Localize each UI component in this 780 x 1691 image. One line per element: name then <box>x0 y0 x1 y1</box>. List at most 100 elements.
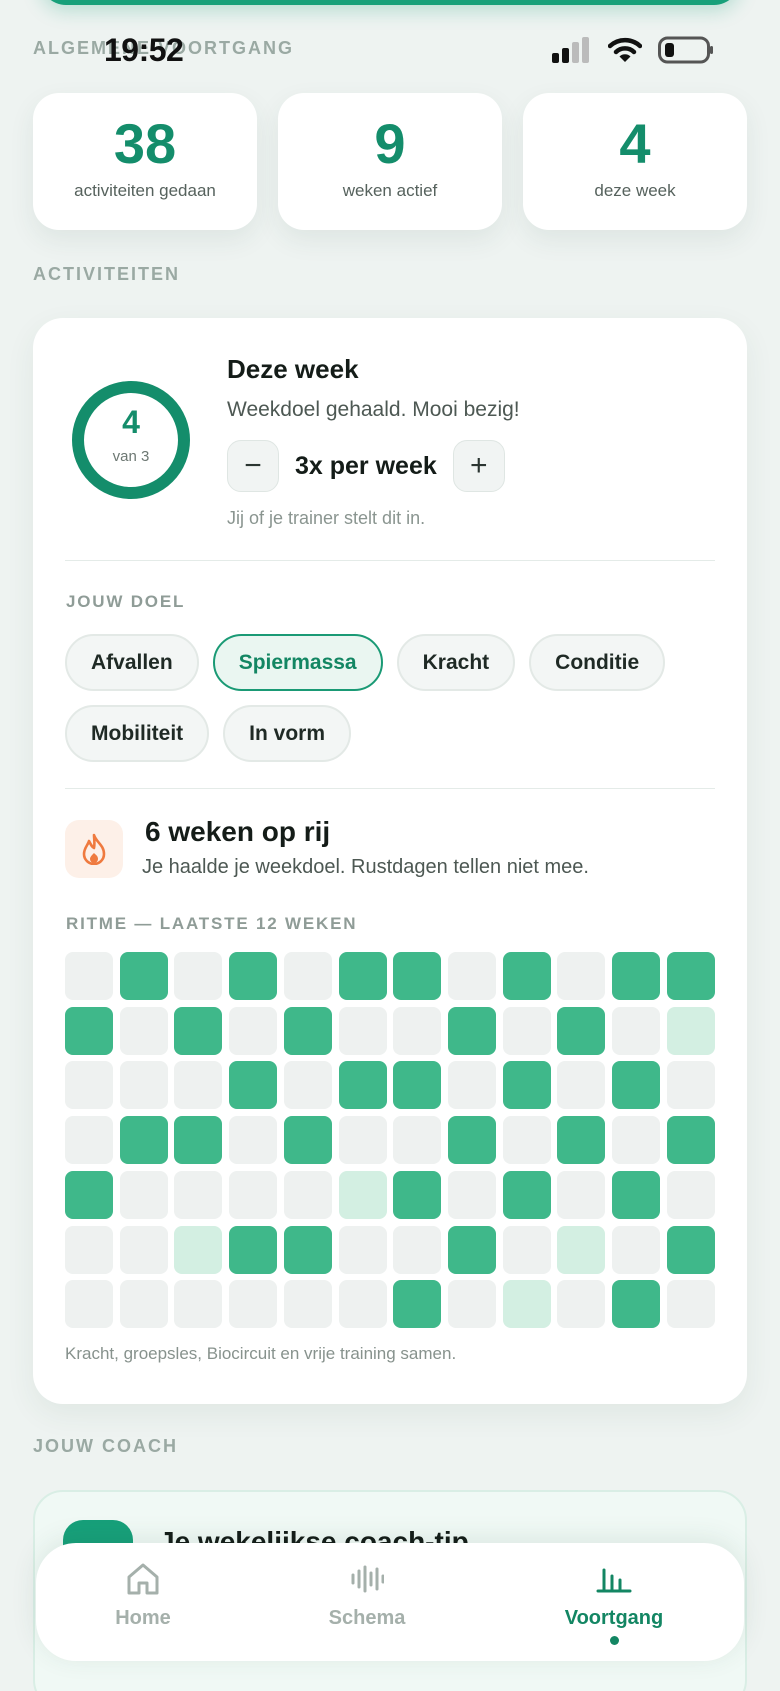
rhythm-cell <box>447 1061 496 1110</box>
rhythm-cell <box>229 1061 278 1110</box>
rhythm-cell <box>393 1280 442 1329</box>
rhythm-cell <box>338 1170 387 1219</box>
rhythm-cell <box>393 952 442 1000</box>
divider <box>65 788 715 789</box>
rhythm-cell <box>666 1061 715 1110</box>
rhythm-cell <box>666 1280 715 1329</box>
rhythm-cell <box>283 1116 332 1165</box>
rhythm-cell <box>612 1006 660 1055</box>
rhythm-cell <box>338 1225 387 1274</box>
rhythm-cell <box>666 1006 715 1055</box>
rhythm-cell <box>612 1225 660 1274</box>
rhythm-cell <box>447 1280 496 1329</box>
tab-voortgang[interactable]: Voortgang <box>514 1559 714 1645</box>
rhythm-cell <box>557 952 606 1000</box>
flame-icon <box>65 820 123 878</box>
rhythm-cell <box>502 1280 551 1329</box>
ring-value: 4 <box>122 404 140 440</box>
chip-conditie[interactable]: Conditie <box>529 634 666 691</box>
chip-in-vorm[interactable]: In vorm <box>223 705 352 762</box>
rhythm-cell <box>229 1280 278 1329</box>
rhythm-cell <box>447 1006 496 1055</box>
streak-title: 6 weken op rij <box>145 816 331 847</box>
rhythm-cell <box>502 1116 551 1165</box>
chip-mobiliteit[interactable]: Mobiliteit <box>65 705 210 762</box>
rhythm-cell <box>557 1170 606 1219</box>
rhythm-cell <box>393 1006 442 1055</box>
stat-value: 4 <box>619 112 651 175</box>
chip-spiermassa[interactable]: Spiermassa <box>212 634 383 691</box>
rhythm-cell <box>612 1170 660 1219</box>
rhythm-cell <box>65 1061 113 1110</box>
tab-label: Schema <box>328 1607 406 1629</box>
increase-goal-button[interactable]: + <box>452 440 505 492</box>
rhythm-cell <box>666 1225 715 1274</box>
rhythm-cell <box>338 952 387 1000</box>
rhythm-cell <box>612 1116 660 1165</box>
rhythm-cell <box>393 1170 442 1219</box>
rhythm-cell <box>119 1061 168 1110</box>
activities-card: 4 van 3 Deze week Weekdoel gehaald. Mooi… <box>33 318 747 1404</box>
bottom-tab-bar: Home Schema Voortgang <box>36 1543 744 1661</box>
rhythm-cell <box>612 1280 660 1329</box>
stat-card-activities: 38 activiteiten gedaan <box>33 93 257 230</box>
divider <box>65 560 715 561</box>
chip-kracht[interactable]: Kracht <box>396 634 516 691</box>
rhythm-cell <box>502 1225 551 1274</box>
tab-label: Home <box>115 1607 171 1629</box>
stat-value: 9 <box>374 112 406 175</box>
rhythm-cell <box>229 1170 278 1219</box>
rhythm-cell <box>447 952 496 1000</box>
section-label-coach: JOUW COACH <box>33 1436 178 1456</box>
rhythm-cell <box>229 952 278 1000</box>
rhythm-cell <box>174 1006 223 1055</box>
stat-card-weeks: 9 weken actief <box>278 93 502 230</box>
waveform-icon <box>267 1559 467 1599</box>
stat-value: 38 <box>113 112 177 175</box>
week-title: Deze week <box>227 354 359 384</box>
rhythm-cell <box>174 1280 223 1329</box>
tab-schema[interactable]: Schema <box>267 1559 467 1630</box>
rhythm-cell <box>447 1116 496 1165</box>
weekly-goal-value: 3x per week <box>295 451 437 480</box>
week-status: Weekdoel gehaald. Mooi bezig! <box>227 398 520 421</box>
rhythm-cell <box>229 1006 278 1055</box>
rhythm-cell <box>393 1225 442 1274</box>
rhythm-cell <box>557 1225 606 1274</box>
status-icons <box>552 36 714 64</box>
rhythm-cell <box>65 1006 113 1055</box>
rhythm-cell <box>502 1061 551 1110</box>
rhythm-cell <box>174 1061 223 1110</box>
rhythm-cell <box>666 1170 715 1219</box>
rhythm-cell <box>65 1170 113 1219</box>
rhythm-cell <box>283 1006 332 1055</box>
rhythm-cell <box>65 952 113 1000</box>
stat-label: deze week <box>594 181 676 200</box>
goal-chips: Afvallen Spiermassa Kracht Conditie Mobi… <box>65 634 715 762</box>
rhythm-cell <box>65 1280 113 1329</box>
battery-icon <box>658 36 713 64</box>
rhythm-cell <box>666 952 715 1000</box>
rhythm-cell <box>502 1006 551 1055</box>
chip-afvallen[interactable]: Afvallen <box>65 634 199 691</box>
rhythm-cell <box>119 952 168 1000</box>
rhythm-cell <box>119 1280 168 1329</box>
section-label-activities: ACTIVITEITEN <box>33 264 181 284</box>
tab-home[interactable]: Home <box>43 1559 243 1630</box>
rhythm-cell <box>283 1061 332 1110</box>
home-icon <box>43 1559 243 1599</box>
rhythm-cell <box>174 1116 223 1165</box>
overview-stats: 38 activiteiten gedaan 9 weken actief 4 … <box>33 93 747 230</box>
decrease-goal-button[interactable]: − <box>227 440 279 492</box>
rhythm-cell <box>119 1225 168 1274</box>
rhythm-cell <box>338 1061 387 1110</box>
rhythm-cell <box>65 1116 113 1165</box>
rhythm-cell <box>283 1225 332 1274</box>
rhythm-cell <box>557 1280 606 1329</box>
rhythm-cell <box>119 1170 168 1219</box>
rhythm-cell <box>557 1061 606 1110</box>
wifi-icon <box>608 37 642 62</box>
stat-label: weken actief <box>342 181 438 200</box>
rhythm-cell <box>65 1225 113 1274</box>
rhythm-heatmap <box>65 952 715 1336</box>
